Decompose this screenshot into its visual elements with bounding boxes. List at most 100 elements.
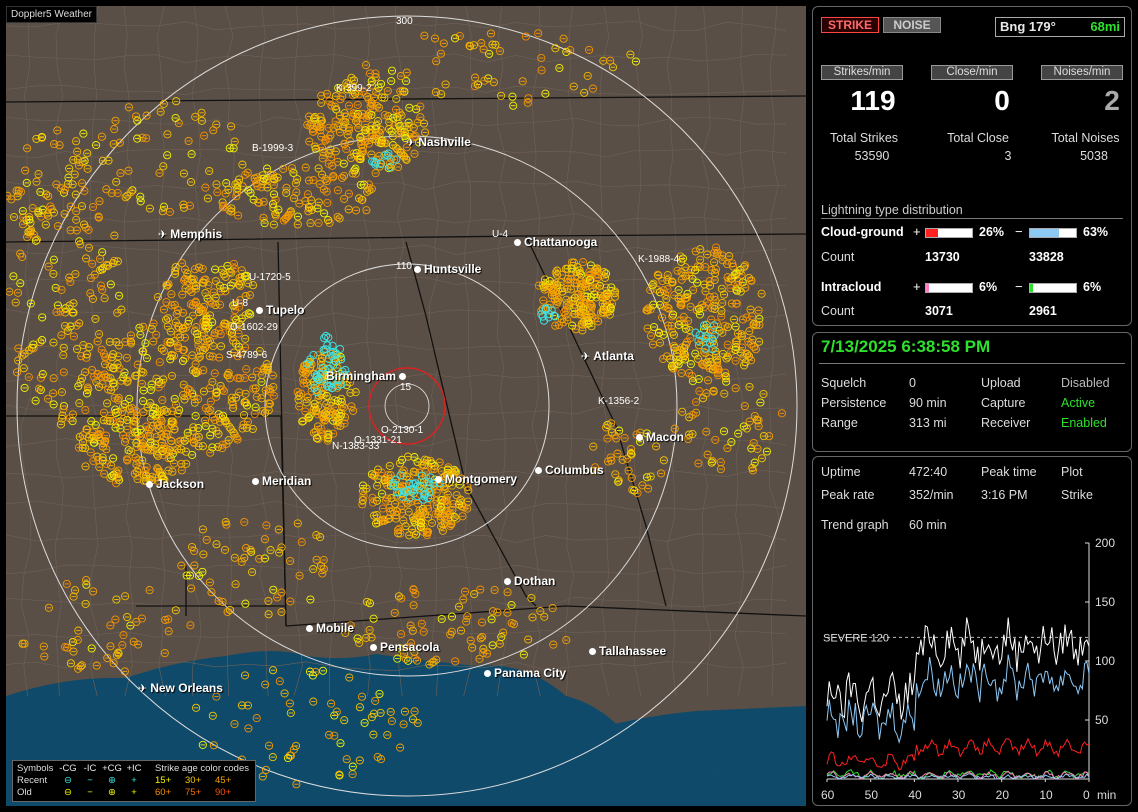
city-name: Jackson: [156, 477, 205, 491]
plus-icon: +: [131, 787, 137, 798]
storm-cell-label[interactable]: S-4789-6: [226, 350, 267, 361]
range-ring-label: 300: [396, 16, 413, 27]
city-name: Pensacola: [380, 640, 440, 654]
strike-stats-panel: STRIKE NOISE Bng 179° 68mi Strikes/min C…: [812, 6, 1132, 326]
y-tick-label: 100: [1095, 654, 1115, 668]
legend-pos-cg: +CG: [102, 763, 122, 774]
capture-label: Capture: [981, 396, 1026, 410]
storm-cell-label[interactable]: K-1356-2: [598, 396, 639, 407]
city-dot-icon: [146, 481, 153, 489]
city-dot-icon: [636, 434, 643, 442]
city-label-mobile: Mobile: [306, 621, 354, 635]
ic-positive-bar: [925, 283, 973, 293]
city-dot-icon: [535, 467, 542, 475]
city-label-columbus: Columbus: [535, 463, 604, 477]
city-name: Atlanta: [593, 349, 634, 363]
squelch-value: 0: [909, 376, 916, 390]
squelch-label: Squelch: [821, 376, 867, 390]
cg-minus-sign: −: [1015, 224, 1023, 239]
bearing-value: Bng 179°: [1000, 19, 1056, 34]
plus-circle-icon: ⊕: [108, 787, 116, 798]
y-tick-label: 50: [1095, 713, 1109, 727]
total-close-label: Total Close: [947, 131, 1009, 145]
total-strikes-label: Total Strikes: [829, 131, 899, 145]
total-noises-value: 5038: [1080, 149, 1108, 163]
storm-cell-label[interactable]: N-1383-33: [332, 441, 379, 452]
city-name: Montgomery: [445, 472, 517, 486]
current-datetime: 7/13/2025 6:38:58 PM: [821, 337, 991, 356]
legend-neg-ic: -IC: [83, 763, 97, 774]
persistence-value: 90 min: [909, 396, 947, 410]
strike-mode-button[interactable]: STRIKE: [821, 17, 879, 33]
storm-cell-label[interactable]: U-1720-5: [249, 272, 291, 283]
city-label-new-orleans: ✈ New Orleans: [138, 681, 223, 695]
cg-positive-bar: [925, 228, 973, 238]
city-label-birmingham: Birmingham: [326, 369, 407, 383]
city-dot-icon: [435, 476, 442, 484]
range-ring-label: 15: [400, 382, 412, 393]
receiver-value: Enabled: [1061, 416, 1107, 430]
city-name: Panama City: [494, 666, 567, 680]
legend-age-60: 60+: [155, 787, 172, 798]
city-dot-icon: [252, 478, 259, 486]
legend-age-30: 30+: [185, 775, 202, 786]
noise-mode-button[interactable]: NOISE: [883, 17, 941, 33]
legend-neg-cg: -CG: [59, 763, 77, 774]
city-label-memphis: ✈ Memphis: [158, 227, 222, 241]
city-label-montgomery: Montgomery: [435, 472, 517, 486]
cg-positive-count: 13730: [925, 250, 960, 264]
capture-value: Active: [1061, 396, 1096, 410]
city-name: Tallahassee: [599, 644, 667, 658]
city-name: Mobile: [316, 621, 354, 635]
strikes-per-min-value: 119: [850, 85, 896, 116]
x-unit-label: min: [1097, 788, 1116, 802]
bearing-range: 68mi: [1090, 19, 1120, 34]
total-strikes-value: 53590: [854, 149, 890, 163]
trend-panel: Uptime 472:40 Peak time Plot Peak rate 3…: [812, 456, 1132, 806]
city-label-panama-city: Panama City: [484, 666, 566, 680]
storm-cell-label[interactable]: U-4: [492, 229, 508, 240]
storm-cell-label[interactable]: B-1999-3: [252, 143, 293, 154]
city-label-meridian: Meridian: [252, 474, 311, 488]
airport-icon: ✈: [158, 229, 168, 241]
cg-plus-sign: +: [913, 224, 921, 239]
status-panel: 7/13/2025 6:38:58 PM Squelch 0 Upload Di…: [812, 332, 1132, 452]
y-tick-label: 150: [1095, 595, 1115, 609]
city-label-macon: Macon: [636, 430, 684, 444]
strikes-per-min-header[interactable]: Strikes/min: [821, 65, 903, 80]
cg-negative-bar: [1029, 228, 1077, 238]
city-label-tallahassee: Tallahassee: [589, 644, 666, 658]
city-label-pensacola: Pensacola: [370, 640, 439, 654]
city-name: Meridian: [262, 474, 312, 488]
city-name: Macon: [646, 430, 685, 444]
symbol-legend: Symbols -CG -IC +CG +IC Strike age color…: [12, 760, 256, 802]
upload-value: Disabled: [1061, 376, 1110, 390]
x-tick-label: 50: [865, 788, 879, 802]
lightning-map[interactable]: ✈ Nashville ✈ Memphis Chattanooga Huntsville T…: [6, 6, 806, 806]
legend-age-45: 45+: [215, 775, 232, 786]
city-dot-icon: [589, 648, 596, 656]
legend-age-15: 15+: [155, 775, 172, 786]
bearing-readout: Bng 179° 68mi: [995, 17, 1125, 37]
storm-cell-label[interactable]: O-1602-29: [230, 322, 278, 333]
range-value: 313 mi: [909, 416, 947, 430]
city-name: Birmingham: [326, 369, 397, 383]
city-name: Nashville: [418, 135, 471, 149]
legend-pos-ic: +IC: [126, 763, 142, 774]
ic-negative-bar: [1029, 283, 1077, 293]
city-dot-icon: [514, 239, 521, 247]
storm-cell-label[interactable]: K-1988-4: [638, 254, 679, 265]
minus-icon: −: [87, 787, 93, 798]
city-label-huntsville: Huntsville: [414, 262, 481, 276]
x-tick-label: 10: [1039, 788, 1053, 802]
city-label-chattanooga: Chattanooga: [514, 235, 597, 249]
cg-negative-count: 33828: [1029, 250, 1064, 264]
storm-cell-label[interactable]: K-399-2: [336, 83, 372, 94]
close-per-min-header[interactable]: Close/min: [931, 65, 1013, 80]
ic-positive-count: 3071: [925, 304, 953, 318]
noises-per-min-header[interactable]: Noises/min: [1041, 65, 1123, 80]
storm-cell-label[interactable]: U-8: [232, 298, 248, 309]
negative-cg-rate-line: [826, 654, 1090, 745]
ic-count-label: Count: [821, 304, 855, 318]
city-name: Chattanooga: [524, 235, 598, 249]
